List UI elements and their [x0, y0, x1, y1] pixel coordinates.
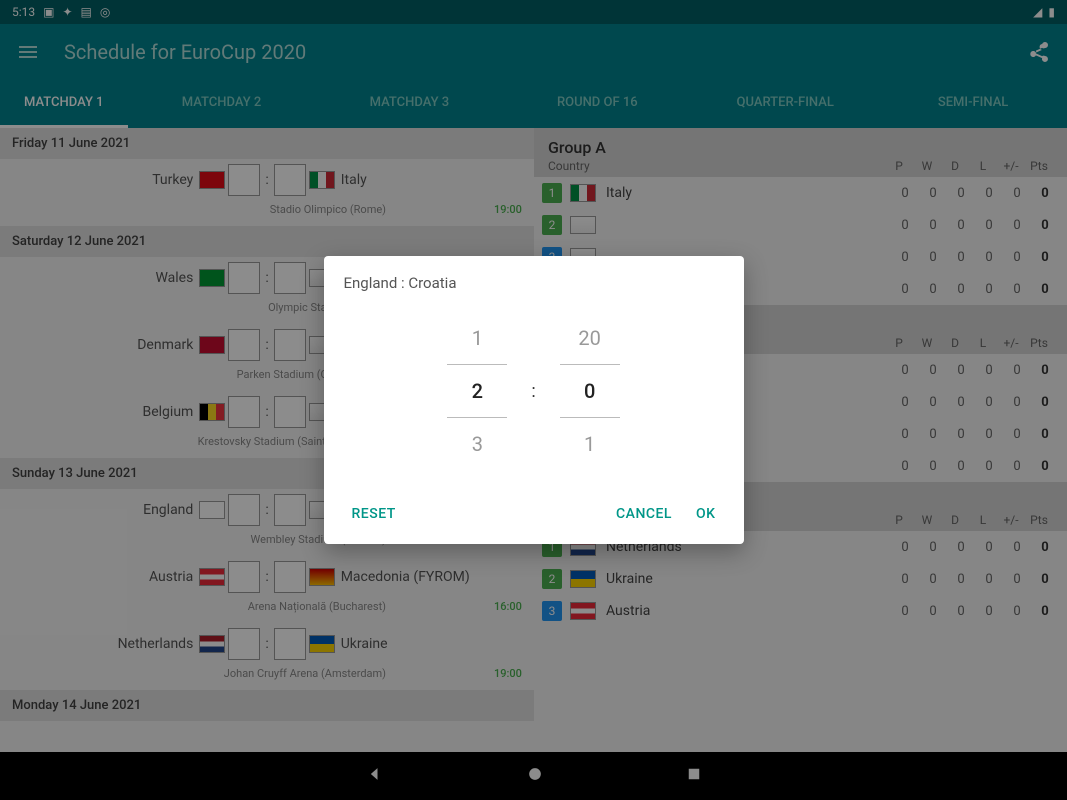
picker-prev[interactable]: 1	[447, 312, 507, 364]
ok-button[interactable]: OK	[684, 498, 728, 530]
reset-button[interactable]: RESET	[340, 498, 408, 530]
picker-prev[interactable]: 20	[560, 312, 620, 364]
picker-selected[interactable]: 2	[447, 364, 507, 418]
score-separator: :	[531, 381, 535, 402]
dialog-overlay[interactable]: England : Croatia 1 2 3 : 20 0 1 RESET C…	[0, 0, 1067, 800]
home-score-picker[interactable]: 1 2 3	[447, 312, 507, 470]
dialog-title: England : Croatia	[324, 256, 744, 300]
cancel-button[interactable]: CANCEL	[604, 498, 684, 530]
picker-selected[interactable]: 0	[560, 364, 620, 418]
away-score-picker[interactable]: 20 0 1	[560, 312, 620, 470]
picker-next[interactable]: 1	[560, 418, 620, 470]
picker-next[interactable]: 3	[447, 418, 507, 470]
score-dialog: England : Croatia 1 2 3 : 20 0 1 RESET C…	[324, 256, 744, 544]
